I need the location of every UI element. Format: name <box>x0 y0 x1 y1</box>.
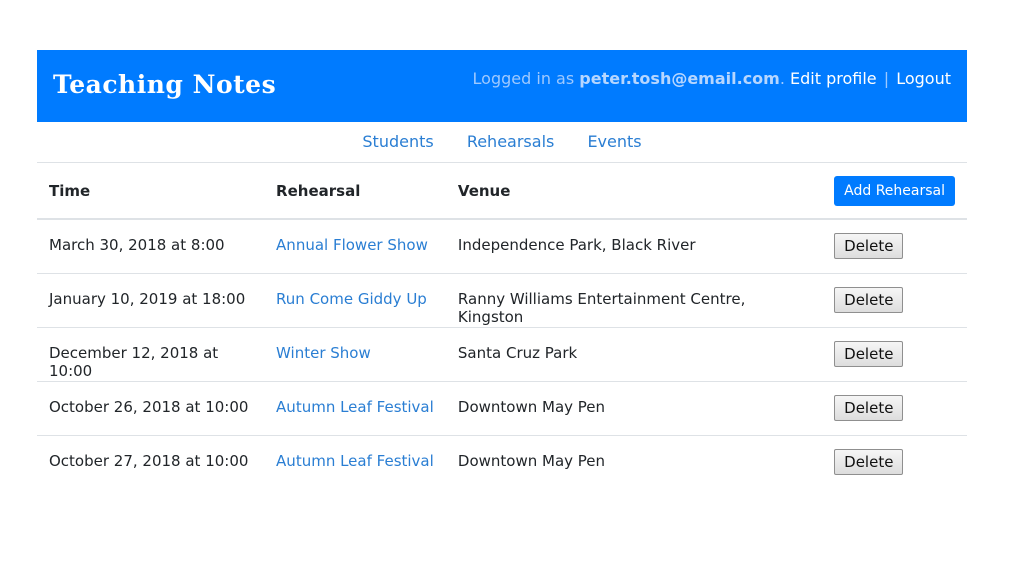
cell-actions: Delete <box>822 219 967 274</box>
nav-students[interactable]: Students <box>362 132 433 151</box>
cell-time: December 12, 2018 at 10:00 <box>37 327 265 382</box>
cell-actions: Delete <box>822 273 967 328</box>
cell-rehearsal: Autumn Leaf Festival <box>264 435 446 489</box>
column-header-time: Time <box>37 163 265 220</box>
rehearsal-link[interactable]: Autumn Leaf Festival <box>276 398 434 416</box>
table-row: October 27, 2018 at 10:00 Autumn Leaf Fe… <box>37 435 967 489</box>
user-bar-separator: | <box>883 69 890 88</box>
cell-rehearsal: Annual Flower Show <box>264 219 446 274</box>
cell-rehearsal: Autumn Leaf Festival <box>264 381 446 436</box>
add-rehearsal-button[interactable]: Add Rehearsal <box>834 175 955 206</box>
logged-in-label: Logged in as <box>472 69 575 88</box>
cell-time: March 30, 2018 at 8:00 <box>37 219 265 274</box>
app-header: Teaching Notes Logged in as peter.tosh@e… <box>37 50 967 122</box>
app-brand: Teaching Notes <box>53 70 277 99</box>
email-suffix: . <box>779 69 785 88</box>
delete-button[interactable]: Delete <box>834 340 904 367</box>
nav-rehearsals[interactable]: Rehearsals <box>467 132 555 151</box>
user-bar: Logged in as peter.tosh@email.com. Edit … <box>473 69 951 88</box>
table-row: March 30, 2018 at 8:00 Annual Flower Sho… <box>37 219 967 274</box>
rehearsals-table: Time Rehearsal Venue Add Rehearsal March… <box>37 163 967 489</box>
delete-button[interactable]: Delete <box>834 394 904 421</box>
cell-rehearsal: Run Come Giddy Up <box>264 273 446 328</box>
cell-actions: Delete <box>822 435 967 489</box>
cell-venue: Independence Park, Black River <box>445 219 823 274</box>
rehearsal-link[interactable]: Autumn Leaf Festival <box>276 452 434 470</box>
app-container: Teaching Notes Logged in as peter.tosh@e… <box>37 50 967 489</box>
delete-button[interactable]: Delete <box>834 233 904 259</box>
cell-venue: Ranny Williams Entertainment Centre, Kin… <box>445 273 823 328</box>
table-row: December 12, 2018 at 10:00 Winter Show S… <box>37 327 967 382</box>
cell-time: October 27, 2018 at 10:00 <box>49 451 249 470</box>
column-header-venue: Venue <box>445 163 823 220</box>
cell-venue: Downtown May Pen <box>457 451 606 470</box>
rehearsal-link[interactable]: Run Come Giddy Up <box>276 290 427 308</box>
delete-button[interactable]: Delete <box>834 448 904 475</box>
column-header-actions: Add Rehearsal <box>822 163 967 220</box>
logout-link[interactable]: Logout <box>896 69 951 88</box>
table-row: January 10, 2019 at 18:00 Run Come Giddy… <box>37 273 967 328</box>
rehearsal-link[interactable]: Annual Flower Show <box>276 236 428 254</box>
cell-actions: Delete <box>822 381 967 436</box>
column-header-rehearsal: Rehearsal <box>264 163 446 220</box>
edit-profile-link[interactable]: Edit profile <box>790 69 877 88</box>
table-row: October 26, 2018 at 10:00 Autumn Leaf Fe… <box>37 381 967 436</box>
nav-events[interactable]: Events <box>587 132 641 151</box>
cell-venue: Downtown May Pen <box>445 381 823 436</box>
cell-time: October 26, 2018 at 10:00 <box>37 381 265 436</box>
cell-time: January 10, 2019 at 18:00 <box>37 273 265 328</box>
cell-rehearsal: Winter Show <box>264 327 446 382</box>
table-header-row: Time Rehearsal Venue Add Rehearsal <box>37 163 967 220</box>
cell-venue: Santa Cruz Park <box>445 327 823 382</box>
delete-button[interactable]: Delete <box>834 286 904 313</box>
main-nav: Students Rehearsals Events <box>37 122 967 163</box>
cell-actions: Delete <box>822 327 967 382</box>
user-email: peter.tosh@email.com <box>579 69 780 88</box>
rehearsal-link[interactable]: Winter Show <box>276 344 371 362</box>
